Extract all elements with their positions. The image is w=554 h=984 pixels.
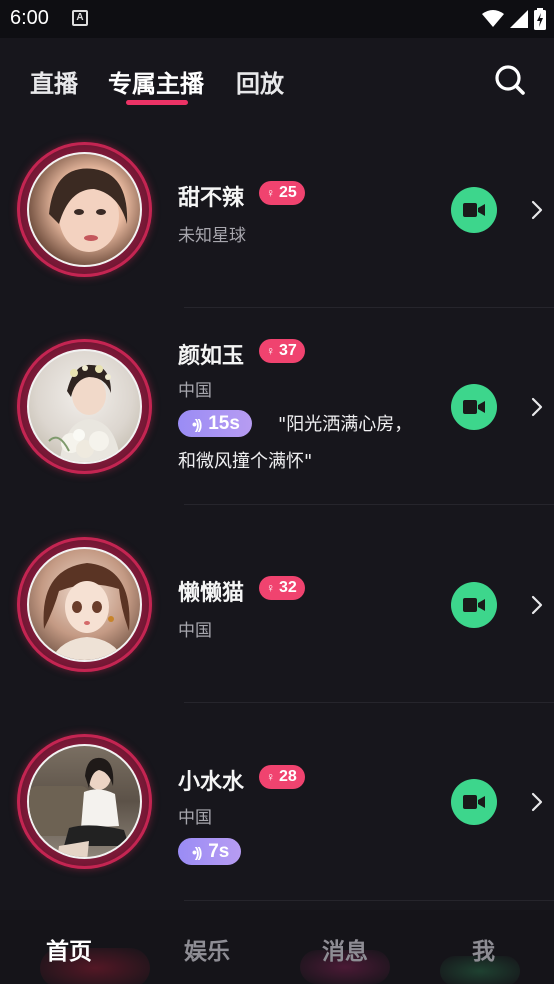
search-icon[interactable]: [494, 64, 526, 96]
row-divider: [184, 900, 554, 901]
avatar-frame[interactable]: [17, 734, 152, 869]
video-camera-icon: [463, 203, 485, 217]
list-item[interactable]: 颜如玉 ♀ 37 中国 •)) 15s "阳光洒满心房，和微风撞个满怀": [0, 308, 554, 505]
age-value: 25: [279, 184, 297, 201]
video-camera-icon: [463, 598, 485, 612]
nav-entertainment[interactable]: 娱乐: [184, 932, 230, 966]
anchor-location: 中国: [178, 621, 212, 641]
avatar: [27, 547, 142, 662]
nav-home[interactable]: 首页: [46, 932, 92, 966]
female-icon: ♀: [266, 770, 275, 784]
age-badge: ♀ 28: [259, 765, 305, 789]
top-tab-bar: 直播 专属主播 回放: [0, 38, 554, 118]
battery-icon: [534, 8, 546, 30]
list-item[interactable]: 懒懒猫 ♀ 32 中国: [0, 505, 554, 703]
voice-duration: 7s: [208, 840, 230, 862]
avatar: [27, 744, 142, 859]
female-icon: ♀: [266, 186, 275, 200]
anchor-name: 甜不辣: [178, 186, 245, 211]
age-value: 28: [279, 768, 297, 785]
video-call-button[interactable]: [451, 187, 497, 233]
notification-icon: A: [72, 10, 88, 26]
video-camera-icon: [463, 795, 485, 809]
active-tab-indicator: [126, 100, 188, 105]
video-call-button[interactable]: [451, 384, 497, 430]
anchor-name: 颜如玉: [178, 344, 245, 369]
list-item[interactable]: 甜不辣 ♀ 25 未知星球: [0, 110, 554, 308]
female-icon: ♀: [266, 581, 275, 595]
anchor-signature: "阳光洒满心房，和微风撞个满怀": [178, 414, 413, 472]
list-item[interactable]: 小水水 ♀ 28 中国 •)) 7s: [0, 703, 554, 901]
chevron-right-icon[interactable]: [530, 200, 544, 220]
video-call-button[interactable]: [451, 779, 497, 825]
video-camera-icon: [463, 400, 485, 414]
chevron-right-icon[interactable]: [530, 792, 544, 812]
age-badge: ♀ 32: [259, 576, 305, 600]
age-badge: ♀ 37: [259, 339, 305, 363]
anchor-location: 中国: [178, 808, 212, 828]
avatar: [27, 152, 142, 267]
female-icon: ♀: [266, 344, 275, 358]
video-call-button[interactable]: [451, 582, 497, 628]
anchor-name: 懒懒猫: [178, 581, 245, 606]
avatar: [27, 349, 142, 464]
nav-me[interactable]: 我: [472, 932, 495, 966]
avatar-frame[interactable]: [17, 339, 152, 474]
age-badge: ♀ 25: [259, 181, 305, 205]
wifi-icon: [482, 10, 504, 27]
anchor-location: 中国: [178, 381, 212, 401]
chevron-right-icon[interactable]: [530, 397, 544, 417]
age-value: 32: [279, 579, 297, 596]
chevron-right-icon[interactable]: [530, 595, 544, 615]
tab-live[interactable]: 直播: [30, 64, 78, 99]
avatar-frame[interactable]: [17, 142, 152, 277]
anchor-name: 小水水: [178, 770, 245, 795]
tab-exclusive-anchors[interactable]: 专属主播: [108, 64, 204, 99]
nav-messages[interactable]: 消息: [322, 932, 368, 966]
system-icons: [482, 8, 546, 30]
status-bar: 6:00 A: [0, 0, 554, 38]
sound-waves-icon: •)): [192, 843, 202, 860]
anchor-location: 未知星球: [178, 226, 246, 246]
voice-message-chip[interactable]: •)) 7s: [178, 838, 242, 865]
status-time: 6:00: [10, 7, 49, 29]
signal-icon: [510, 10, 528, 28]
tab-replay[interactable]: 回放: [236, 64, 284, 99]
age-value: 37: [279, 342, 297, 359]
avatar-frame[interactable]: [17, 537, 152, 672]
bottom-nav-bar: 首页 娱乐 消息 我: [0, 910, 554, 984]
